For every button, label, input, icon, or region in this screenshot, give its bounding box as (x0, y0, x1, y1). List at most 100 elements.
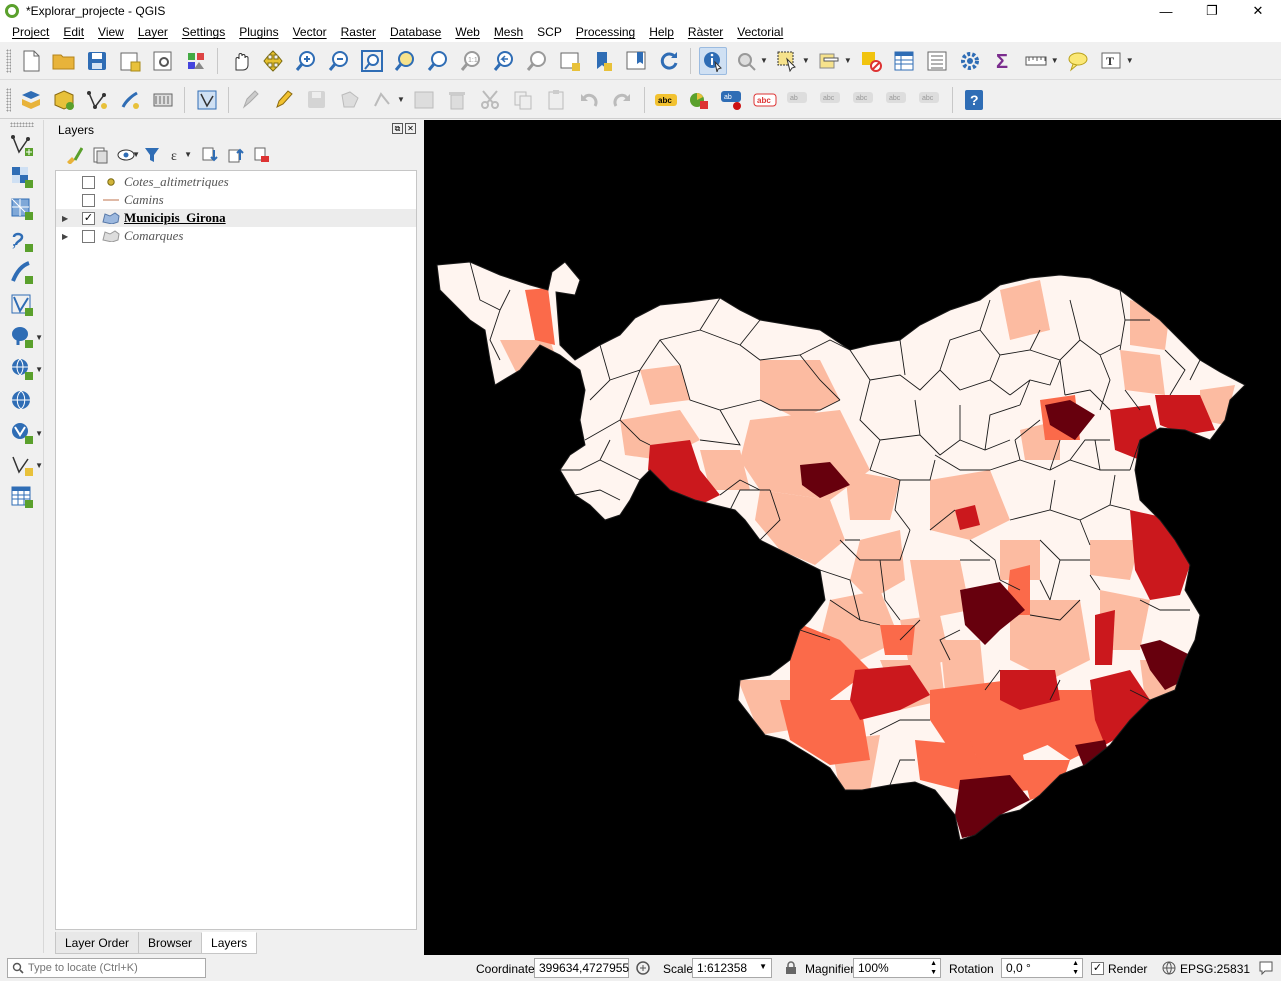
new-vector-layer-button[interactable]: ▼ (8, 451, 43, 479)
zoom-to-selection-button[interactable] (391, 47, 419, 75)
run-feature-action-button[interactable] (732, 47, 760, 75)
new-virtual-layer-button[interactable] (149, 86, 177, 114)
menu-database[interactable]: Database (390, 25, 441, 39)
new-print-layout-button[interactable] (116, 47, 144, 75)
close-button[interactable]: ✕ (1235, 0, 1281, 22)
messages-icon[interactable] (1258, 960, 1274, 979)
menu-settings[interactable]: Settings (182, 25, 225, 39)
add-virtual-layer-button[interactable] (8, 291, 36, 319)
new-project-button[interactable] (17, 47, 45, 75)
new-geopackage-layer-button[interactable] (50, 86, 78, 114)
show-hide-labels-button[interactable]: abc (817, 86, 845, 114)
chevron-down-icon[interactable]: ▼ (759, 962, 767, 971)
zoom-out-button[interactable] (325, 47, 353, 75)
statistics-panel-button[interactable] (923, 47, 951, 75)
new-temporary-layer-button[interactable] (116, 86, 144, 114)
layer-visibility-checkbox[interactable] (82, 175, 95, 189)
add-wms-layer-button[interactable]: ▼ (8, 355, 43, 383)
digitize-dock-button[interactable] (193, 86, 221, 114)
toolbar-grip[interactable] (10, 122, 34, 127)
menu-scp[interactable]: SCP (537, 25, 562, 39)
layer-diagram-options-button[interactable] (685, 86, 713, 114)
menu-processing[interactable]: Processing (576, 25, 635, 39)
pin-unpin-labels-button[interactable]: ab (784, 86, 812, 114)
menu-mesh[interactable]: Mesh (494, 25, 523, 39)
scale-combobox[interactable]: 1:612358 ▼ (692, 958, 772, 978)
measure-line-button[interactable] (1022, 47, 1050, 75)
redo-button[interactable] (608, 86, 636, 114)
layer-visibility-checkbox[interactable] (82, 229, 95, 243)
tab-layers[interactable]: Layers (201, 932, 258, 954)
locator-search-input[interactable] (28, 962, 198, 974)
cut-features-button[interactable] (476, 86, 504, 114)
open-project-button[interactable] (50, 47, 78, 75)
layout-manager-button[interactable] (149, 47, 177, 75)
expand-arrow-icon[interactable]: ▶ (62, 232, 72, 241)
menu-vector[interactable]: Vector (293, 25, 327, 39)
layer-row-cotes[interactable]: Cotes_altimetriques (56, 173, 416, 191)
rotation-spinbox[interactable]: 0,0 ° ▲ ▼ (1001, 958, 1083, 978)
highlight-pinned-labels-button[interactable]: ab (718, 86, 746, 114)
zoom-to-layer-button[interactable] (424, 47, 452, 75)
chevron-down-icon[interactable]: ▼ (844, 56, 852, 65)
menu-raster-plugin[interactable]: Ràster (688, 25, 723, 39)
toolbar-grip[interactable] (6, 87, 11, 112)
undo-button[interactable] (575, 86, 603, 114)
add-wfs-layer-button[interactable] (8, 387, 36, 415)
help-button[interactable]: ? (960, 86, 988, 114)
expand-arrow-icon[interactable]: ▶ (62, 214, 72, 223)
layer-labeling-options-button[interactable]: abc (652, 86, 680, 114)
zoom-full-button[interactable] (358, 47, 386, 75)
layer-row-municipis[interactable]: ▶ ✓ Municipis_Girona (56, 209, 416, 227)
float-panel-button[interactable]: ⧉ (392, 123, 403, 134)
render-checkbox[interactable]: ✓ (1091, 962, 1104, 975)
filter-by-expression-button[interactable]: ε ▼ (167, 144, 192, 166)
current-edits-button[interactable] (237, 86, 265, 114)
select-by-value-button[interactable] (815, 47, 843, 75)
new-shapefile-layer-button[interactable] (83, 86, 111, 114)
magnifier-spinbox[interactable]: 100% ▲ ▼ (853, 958, 941, 978)
new-bookmark-button[interactable] (589, 47, 617, 75)
minimize-button[interactable]: — (1143, 0, 1189, 22)
tab-browser[interactable]: Browser (138, 932, 203, 954)
field-calculator-button[interactable]: Σ (989, 47, 1017, 75)
toggle-label-display-button[interactable]: abc (751, 86, 779, 114)
remove-layer-button[interactable] (251, 144, 273, 166)
add-spatialite-layer-button[interactable] (8, 259, 36, 287)
add-raster-layer-button[interactable] (8, 163, 36, 191)
copy-features-button[interactable] (509, 86, 537, 114)
move-label-button[interactable]: abc (850, 86, 878, 114)
menu-edit[interactable]: Edit (63, 25, 84, 39)
map-canvas[interactable] (424, 120, 1281, 955)
mouse-coordinate-icon[interactable] (635, 960, 651, 979)
chevron-down-icon[interactable]: ▼ (802, 56, 810, 65)
menu-web[interactable]: Web (455, 25, 479, 39)
chevron-down-icon[interactable]: ▼ (1051, 56, 1059, 65)
zoom-next-button[interactable] (523, 47, 551, 75)
spinbox-arrows-icon[interactable]: ▲ ▼ (930, 959, 937, 977)
select-features-button[interactable] (773, 47, 801, 75)
toggle-editing-button[interactable] (270, 86, 298, 114)
chevron-down-icon[interactable]: ▼ (397, 95, 405, 104)
toolbox-button[interactable] (956, 47, 984, 75)
add-mesh-layer-button[interactable] (8, 195, 36, 223)
menu-vectorial-plugin[interactable]: Vectorial (737, 25, 783, 39)
menu-plugins[interactable]: Plugins (239, 25, 278, 39)
zoom-native-button[interactable]: 1:1 (457, 47, 485, 75)
open-attribute-table-button[interactable] (890, 47, 918, 75)
add-wcs-layer-button[interactable]: ▼ (8, 419, 43, 447)
pan-map-button[interactable] (226, 47, 254, 75)
restore-button[interactable]: ❐ (1189, 0, 1235, 22)
menu-project[interactable]: Project (12, 25, 49, 39)
refresh-button[interactable] (655, 47, 683, 75)
tab-layer-order[interactable]: Layer Order (55, 932, 140, 954)
add-vector-layer-button[interactable] (8, 131, 36, 159)
map-tips-button[interactable] (1064, 47, 1092, 75)
rotate-label-button[interactable]: abc (883, 86, 911, 114)
zoom-last-button[interactable] (490, 47, 518, 75)
collapse-all-button[interactable] (225, 144, 247, 166)
close-panel-button[interactable]: ✕ (405, 123, 416, 134)
add-delimited-text-button[interactable]: , (8, 227, 36, 255)
menu-view[interactable]: View (98, 25, 124, 39)
menu-help[interactable]: Help (649, 25, 674, 39)
